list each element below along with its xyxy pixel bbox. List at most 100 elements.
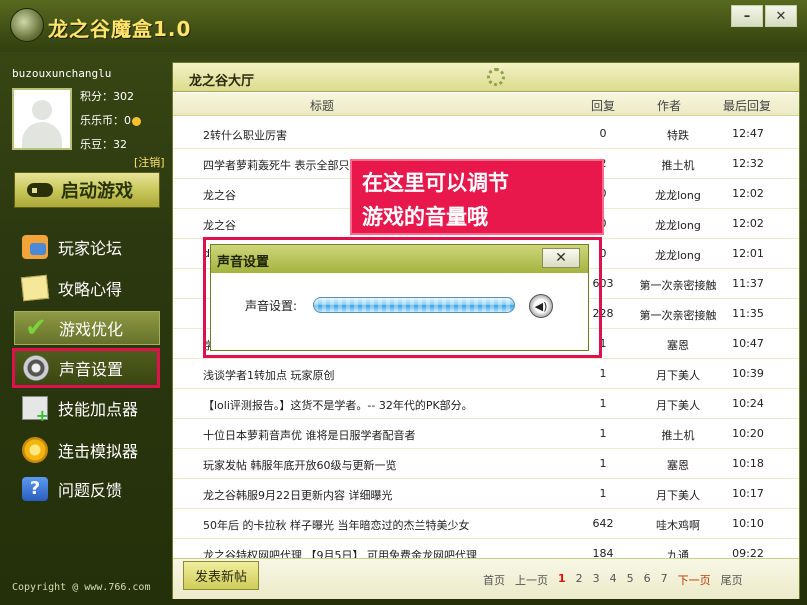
logout-link[interactable]: [注销] [134, 154, 165, 170]
sidebar-item-label: 游戏优化 [59, 320, 124, 339]
topic-time: 10:24 [732, 397, 764, 410]
topic-time: 12:47 [732, 127, 764, 140]
pager-page[interactable]: 7 [661, 572, 668, 588]
topic-title[interactable]: 龙之谷韩服9月22日更新内容 详细曝光 [203, 487, 603, 503]
topic-time: 10:10 [732, 517, 764, 530]
table-row[interactable]: 浅谈学者1转加点 玩家原创 1 月下美人 10:39 [173, 359, 799, 389]
sidebar-item-skill[interactable]: 技能加点器 [14, 391, 160, 425]
pager-prev[interactable]: 上一页 [515, 572, 548, 588]
sidebar: buzouxunchanglu 积分：302 乐乐币：0 乐豆：32 [注销] … [0, 52, 172, 605]
col-author[interactable]: 作者 [657, 97, 681, 114]
copyright: Copyright @ www.766.com [12, 582, 151, 593]
dialog-header: 声音设置 ✕ [211, 245, 588, 273]
topic-title[interactable]: 50年后 的卡拉秋 样子曝光 当年暗恋过的杰兰特美少女 [203, 517, 603, 533]
topic-time: 12:02 [732, 217, 764, 230]
pager-page[interactable]: 6 [644, 572, 651, 588]
topic-title[interactable]: 2转什么职业厉害 [203, 127, 603, 143]
help-icon: ? [22, 477, 48, 501]
sidebar-item-forum[interactable]: 玩家论坛 [14, 230, 160, 264]
sidebar-item-optimize[interactable]: ✔ 游戏优化 [14, 311, 160, 345]
notes-icon [20, 274, 50, 302]
ledou-stat: 乐豆：32 [80, 136, 127, 152]
loading-spinner-icon [487, 68, 505, 86]
launch-game-label: 启动游戏 [61, 181, 133, 202]
speaker-icon[interactable]: ◀) [529, 294, 553, 318]
gamepad-icon [27, 183, 53, 197]
volume-slider[interactable] [313, 297, 515, 313]
ledou-text: 乐豆：32 [80, 138, 127, 151]
coin-icon [132, 116, 141, 126]
pager-page[interactable]: 2 [576, 572, 583, 588]
window-controls: – ✕ [731, 5, 797, 27]
forum-footer: 发表新帖 首页 上一页 1 2 3 4 5 6 7 下一页 尾页 [173, 558, 799, 599]
sidebar-item-combo[interactable]: 连击模拟器 [14, 433, 160, 467]
dragon-logo-icon [10, 8, 44, 42]
topic-time: 12:01 [732, 247, 764, 260]
topic-title[interactable]: 玩家发帖 韩服年底开放60级与更新一览 [203, 457, 603, 473]
speaker-icon [23, 355, 49, 381]
sidebar-item-sound[interactable]: 声音设置 [12, 348, 160, 388]
sidebar-item-guides[interactable]: 攻略心得 [14, 271, 160, 305]
sidebar-item-label: 问题反馈 [58, 481, 123, 500]
table-row[interactable]: 十位日本萝莉音声优 谁将是日服学者配音者 1 推土机 10:20 [173, 419, 799, 449]
avatar-head-icon [32, 100, 52, 120]
forum-icon [22, 235, 48, 259]
table-row[interactable]: 50年后 的卡拉秋 样子曝光 当年暗恋过的杰兰特美少女 642 哇木鸡啊 10:10 [173, 509, 799, 539]
forum-header: 龙之谷大厅 [173, 63, 799, 92]
topic-time: 10:39 [732, 367, 764, 380]
pager-next[interactable]: 下一页 [678, 572, 711, 588]
pager-page[interactable]: 3 [593, 572, 600, 588]
topic-time: 11:37 [732, 277, 764, 290]
table-row[interactable]: 2转什么职业厉害 0 特跌 12:47 [173, 119, 799, 149]
pager-page[interactable]: 4 [610, 572, 617, 588]
topic-time: 10:18 [732, 457, 764, 470]
callout-line-1: 在这里可以调节 [362, 171, 509, 195]
click-icon [22, 437, 48, 463]
sidebar-item-label: 攻略心得 [58, 280, 123, 299]
skill-icon [22, 396, 49, 425]
topic-title[interactable]: 浅谈学者1转加点 玩家原创 [203, 367, 603, 383]
topic-time: 11:35 [732, 307, 764, 320]
avatar-body-icon [22, 122, 62, 148]
pager-page[interactable]: 5 [627, 572, 634, 588]
topic-time: 10:20 [732, 427, 764, 440]
sound-settings-dialog: 声音设置 ✕ 声音设置: ◀) [210, 244, 589, 351]
new-post-button[interactable]: 发表新帖 [183, 561, 259, 590]
topic-time: 12:32 [732, 157, 764, 170]
topic-title[interactable]: 【loli评测报告。】这货不是学者。-- 32年代的PK部分。 [203, 397, 603, 413]
col-last-reply[interactable]: 最后回复 [723, 97, 771, 114]
minimize-button[interactable]: – [731, 5, 763, 27]
app-title: 龙之谷魔盒1.0 [48, 17, 192, 41]
volume-label: 声音设置: [245, 299, 298, 313]
launch-game-button[interactable]: 启动游戏 [14, 172, 160, 208]
sidebar-item-label: 玩家论坛 [58, 239, 123, 258]
topic-title[interactable]: 十位日本萝莉音声优 谁将是日服学者配音者 [203, 427, 603, 443]
sidebar-item-feedback[interactable]: ? 问题反馈 [14, 472, 160, 506]
close-button[interactable]: ✕ [765, 5, 797, 27]
sidebar-item-label: 技能加点器 [58, 400, 139, 419]
app-window: 龙之谷魔盒1.0 – ✕ buzouxunchanglu 积分：302 乐乐币：… [0, 0, 807, 605]
avatar[interactable] [12, 88, 72, 150]
col-title[interactable]: 标题 [310, 97, 334, 114]
forum-title: 龙之谷大厅 [189, 74, 255, 89]
check-icon: ✔ [25, 313, 47, 343]
table-header: 标题 回复 作者 最后回复 [173, 93, 799, 116]
table-row[interactable]: 玩家发帖 韩服年底开放60级与更新一览 1 塞恩 10:18 [173, 449, 799, 479]
pager-last[interactable]: 尾页 [721, 572, 743, 588]
dialog-title: 声音设置 [217, 255, 270, 270]
topic-time: 10:47 [732, 337, 764, 350]
topic-time: 10:17 [732, 487, 764, 500]
lelecoin-stat: 乐乐币：0 [80, 112, 141, 128]
table-row[interactable]: 【loli评测报告。】这货不是学者。-- 32年代的PK部分。 1 月下美人 10:2… [173, 389, 799, 419]
sidebar-item-label: 连击模拟器 [58, 442, 139, 461]
sidebar-item-label: 声音设置 [59, 360, 124, 379]
callout-line-2: 游戏的音量哦 [362, 205, 488, 229]
volume-slider-fill [314, 298, 514, 312]
pager-first[interactable]: 首页 [483, 572, 505, 588]
table-row[interactable]: 龙之谷韩服9月22日更新内容 详细曝光 1 月下美人 10:17 [173, 479, 799, 509]
col-replies[interactable]: 回复 [591, 97, 615, 114]
callout-banner: 在这里可以调节 游戏的音量哦 [350, 159, 604, 235]
title-bar: 龙之谷魔盒1.0 – ✕ [0, 0, 807, 52]
pager-page[interactable]: 1 [558, 572, 566, 588]
dialog-close-button[interactable]: ✕ [542, 248, 580, 268]
